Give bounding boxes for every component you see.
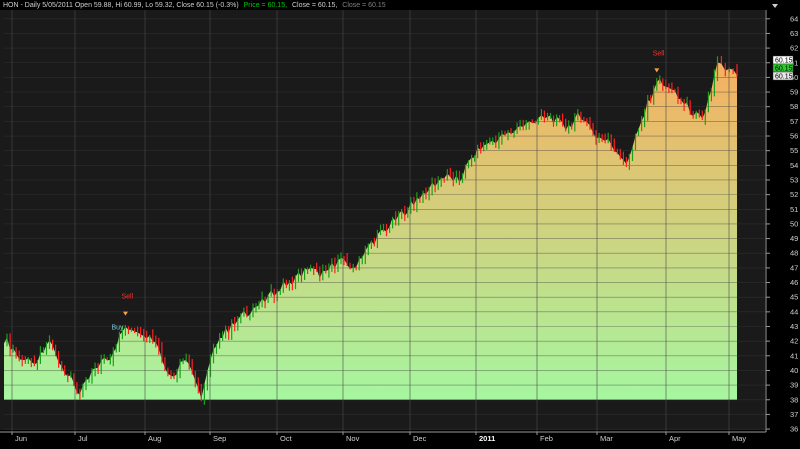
y-tick-label-51: 51 — [790, 205, 798, 214]
sell-label-2: Sell — [653, 50, 665, 57]
y-tick-label-62: 62 — [790, 44, 798, 53]
symbol-info: HON - Daily 5/05/2011 Open 59.88, Hi 60.… — [3, 2, 239, 9]
x-tick-label-9: Mar — [600, 434, 613, 443]
y-tick-label-37: 37 — [790, 410, 798, 419]
y-tick-label-53: 53 — [790, 175, 798, 184]
x-tick-label-2: Aug — [148, 434, 161, 443]
y-tick-label-56: 56 — [790, 132, 798, 141]
y-tick-label-45: 45 — [790, 293, 798, 302]
price-legend: Price = 60.15, — [244, 2, 287, 9]
buy-label-1: Buy — [111, 325, 124, 332]
y-tick-label-36: 36 — [790, 425, 798, 434]
y-tick-label-47: 47 — [790, 263, 798, 272]
y-tick-label-52: 52 — [790, 190, 798, 199]
x-tick-label-0: Jun — [15, 434, 27, 443]
y-tick-label-44: 44 — [790, 307, 798, 316]
x-tick-label-8: Feb — [540, 434, 553, 443]
y-tick-label-55: 55 — [790, 146, 798, 155]
x-tick-label-5: Nov — [346, 434, 360, 443]
y-tick-label-46: 46 — [790, 278, 798, 287]
price-tag-3-text: 60.15 — [775, 74, 793, 81]
y-tick-label-40: 40 — [790, 366, 798, 375]
y-tick-label-42: 42 — [790, 337, 798, 346]
y-tick-label-38: 38 — [790, 395, 798, 404]
x-tick-label-10: Apr — [669, 434, 681, 443]
y-tick-label-39: 39 — [790, 381, 798, 390]
x-tick-label-4: Oct — [280, 434, 293, 443]
y-tick-label-49: 49 — [790, 234, 798, 243]
close-legend-2: Close = 60.15 — [342, 2, 385, 9]
price-tag-2-text: 60.15 — [775, 66, 793, 73]
y-tick-label-41: 41 — [790, 351, 798, 360]
x-tick-label-11: May — [732, 434, 746, 443]
y-tick-label-59: 59 — [790, 88, 798, 97]
last-price-tags: 60.15 60.15 60.15 — [772, 55, 794, 81]
y-tick-label-57: 57 — [790, 117, 798, 126]
x-tick-label-7: 2011 — [479, 434, 495, 443]
y-tick-label-58: 58 — [790, 102, 798, 111]
x-tick-label-3: Sep — [213, 434, 226, 443]
sell-label-0: Sell — [121, 294, 133, 301]
y-tick-label-54: 54 — [790, 161, 798, 170]
y-tick-label-43: 43 — [790, 322, 798, 331]
y-tick-label-63: 63 — [790, 29, 798, 38]
x-tick-label-6: Dec — [413, 434, 427, 443]
chart: 36 37 38 39 40 41 42 43 44 45 46 47 48 49 50 51 52 53 54 55… — [0, 0, 800, 449]
x-tick-label-1: Jul — [78, 434, 88, 443]
close-legend-1: Close = 60.15, — [292, 2, 337, 9]
chart-title: HON - Daily 5/05/2011 Open 59.88, Hi 60.… — [3, 2, 386, 9]
y-tick-label-48: 48 — [790, 249, 798, 258]
y-tick-label-64: 64 — [790, 14, 798, 23]
y-tick-label-50: 50 — [790, 219, 798, 228]
price-tag-1-text: 60.15 — [775, 58, 793, 65]
